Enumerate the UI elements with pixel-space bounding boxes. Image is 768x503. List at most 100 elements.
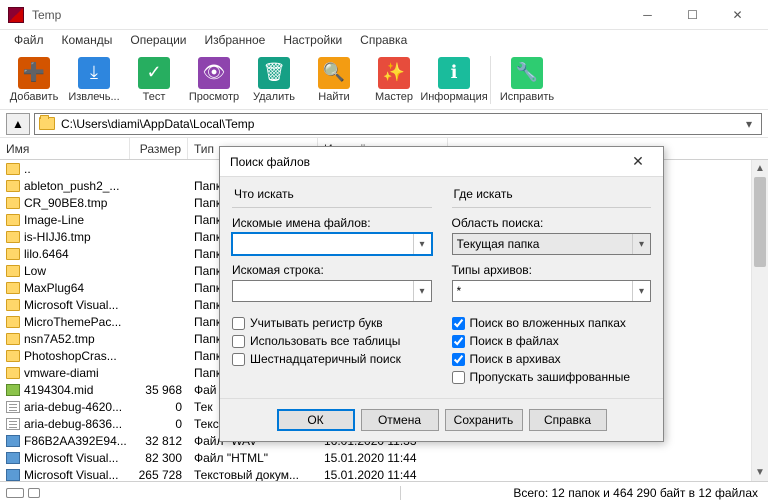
skipencrypted-label: Пропускать зашифрованные: [470, 370, 631, 384]
inarchives-label: Поиск в архивах: [470, 352, 561, 366]
exe-icon: [6, 452, 20, 464]
archivetypes-label: Типы архивов:: [452, 263, 652, 277]
string-input[interactable]: [233, 284, 413, 298]
chevron-down-icon[interactable]: ▾: [632, 281, 650, 301]
path-input[interactable]: [61, 117, 741, 131]
hex-checkbox[interactable]: [232, 353, 245, 366]
archivetypes-combo[interactable]: ▾: [452, 280, 652, 302]
file-name: PhotoshopCras...: [24, 349, 117, 363]
folder-icon: [6, 367, 20, 379]
window-title: Temp: [32, 8, 625, 22]
file-name: is-HIJJ6.tmp: [24, 230, 91, 244]
what-label: Что искать: [232, 187, 432, 201]
file-size: 35 968: [130, 383, 188, 397]
repair-button[interactable]: 🔧Исправить: [499, 52, 555, 108]
folder-icon: [6, 333, 20, 345]
hex-checkbox-row[interactable]: Шестнадцатеричный поиск: [232, 352, 432, 366]
filenames-label: Искомые имена файлов:: [232, 216, 432, 230]
chevron-down-icon[interactable]: ▾: [632, 234, 650, 254]
scroll-thumb[interactable]: [754, 177, 766, 267]
folder-icon: [6, 197, 20, 209]
file-name: aria-debug-8636...: [24, 417, 122, 431]
extract-button[interactable]: ⤓Извлечь...: [66, 52, 122, 108]
file-modified: 15.01.2020 11:44: [318, 468, 448, 482]
statusbar: Всего: 12 папок и 464 290 байт в 12 файл…: [0, 481, 768, 503]
alltables-checkbox-row[interactable]: Использовать все таблицы: [232, 334, 432, 348]
dialog-close-button[interactable]: ✕: [623, 148, 653, 176]
case-checkbox-row[interactable]: Учитывать регистр букв: [232, 316, 432, 330]
file-name: vmware-diami: [24, 366, 99, 380]
file-modified: 15.01.2020 11:44: [318, 451, 448, 465]
addressbar-row: ▲ ▾: [0, 110, 768, 138]
filenames-input[interactable]: [233, 237, 413, 251]
file-name: aria-debug-4620...: [24, 400, 122, 414]
infiles-checkbox-row[interactable]: Поиск в файлах: [452, 334, 652, 348]
toolbar: ➕Добавить ⤓Извлечь... ✓Тест 👁Просмотр 🗑У…: [0, 50, 768, 110]
subfolders-label: Поиск во вложенных папках: [470, 316, 626, 330]
minimize-button[interactable]: ─: [625, 1, 670, 29]
skipencrypted-checkbox[interactable]: [452, 371, 465, 384]
file-size: 0: [130, 400, 188, 414]
wizard-button[interactable]: ✨Мастер: [366, 52, 422, 108]
menu-settings[interactable]: Настройки: [275, 31, 350, 49]
col-name[interactable]: Имя: [0, 138, 130, 159]
find-button[interactable]: 🔍Найти: [306, 52, 362, 108]
test-button[interactable]: ✓Тест: [126, 52, 182, 108]
chevron-down-icon[interactable]: ▾: [413, 234, 431, 254]
info-button[interactable]: ℹИнформация: [426, 52, 482, 108]
chevron-down-icon[interactable]: ▾: [413, 281, 431, 301]
file-size: 32 812: [130, 434, 188, 448]
vertical-scrollbar[interactable]: ▲ ▼: [751, 160, 768, 481]
string-combo[interactable]: ▾: [232, 280, 432, 302]
dropdown-arrow-icon[interactable]: ▾: [741, 117, 757, 131]
info-label: Информация: [420, 91, 487, 103]
text-icon: [6, 418, 20, 430]
skipencrypted-checkbox-row[interactable]: Пропускать зашифрованные: [452, 370, 652, 384]
add-button[interactable]: ➕Добавить: [6, 52, 62, 108]
menu-commands[interactable]: Команды: [54, 31, 121, 49]
help-button[interactable]: Справка: [529, 409, 607, 431]
menu-file[interactable]: Файл: [6, 31, 52, 49]
dialog-buttons: ОК Отмена Сохранить Справка: [220, 398, 663, 441]
file-name: Microsoft Visual...: [24, 468, 118, 482]
file-name: F86B2AA392E94...: [24, 434, 127, 448]
scroll-down-icon[interactable]: ▼: [752, 464, 768, 481]
folder-icon: [6, 282, 20, 294]
menu-help[interactable]: Справка: [352, 31, 415, 49]
scroll-up-icon[interactable]: ▲: [752, 160, 768, 177]
col-size[interactable]: Размер: [130, 138, 188, 159]
subfolders-checkbox[interactable]: [452, 317, 465, 330]
ok-button[interactable]: ОК: [277, 409, 355, 431]
dialog-titlebar[interactable]: Поиск файлов ✕: [220, 147, 663, 177]
delete-button[interactable]: 🗑Удалить: [246, 52, 302, 108]
inarchives-checkbox[interactable]: [452, 353, 465, 366]
inarchives-checkbox-row[interactable]: Поиск в архивах: [452, 352, 652, 366]
subfolders-checkbox-row[interactable]: Поиск во вложенных папках: [452, 316, 652, 330]
info-icon: ℹ: [438, 57, 470, 89]
view-icon: 👁: [198, 57, 230, 89]
addressbar[interactable]: ▾: [34, 113, 762, 135]
infiles-label: Поиск в файлах: [470, 334, 559, 348]
close-button[interactable]: ✕: [715, 1, 760, 29]
save-button[interactable]: Сохранить: [445, 409, 523, 431]
file-name: lilo.6464: [24, 247, 69, 261]
menu-favorites[interactable]: Избранное: [197, 31, 274, 49]
repair-icon: 🔧: [511, 57, 543, 89]
scope-combo[interactable]: ▾: [452, 233, 652, 255]
case-checkbox[interactable]: [232, 317, 245, 330]
file-name: MicroThemePac...: [24, 315, 121, 329]
find-label: Найти: [318, 91, 349, 103]
folder-icon: [6, 231, 20, 243]
up-button[interactable]: ▲: [6, 113, 30, 135]
case-label: Учитывать регистр букв: [250, 316, 383, 330]
view-button[interactable]: 👁Просмотр: [186, 52, 242, 108]
archivetypes-input[interactable]: [453, 284, 633, 298]
table-row[interactable]: Microsoft Visual...82 300Файл "HTML"15.0…: [0, 449, 768, 466]
filenames-combo[interactable]: ▾: [232, 233, 432, 255]
menu-operations[interactable]: Операции: [122, 31, 194, 49]
cancel-button[interactable]: Отмена: [361, 409, 439, 431]
infiles-checkbox[interactable]: [452, 335, 465, 348]
maximize-button[interactable]: ☐: [670, 1, 715, 29]
alltables-checkbox[interactable]: [232, 335, 245, 348]
file-name: MaxPlug64: [24, 281, 84, 295]
